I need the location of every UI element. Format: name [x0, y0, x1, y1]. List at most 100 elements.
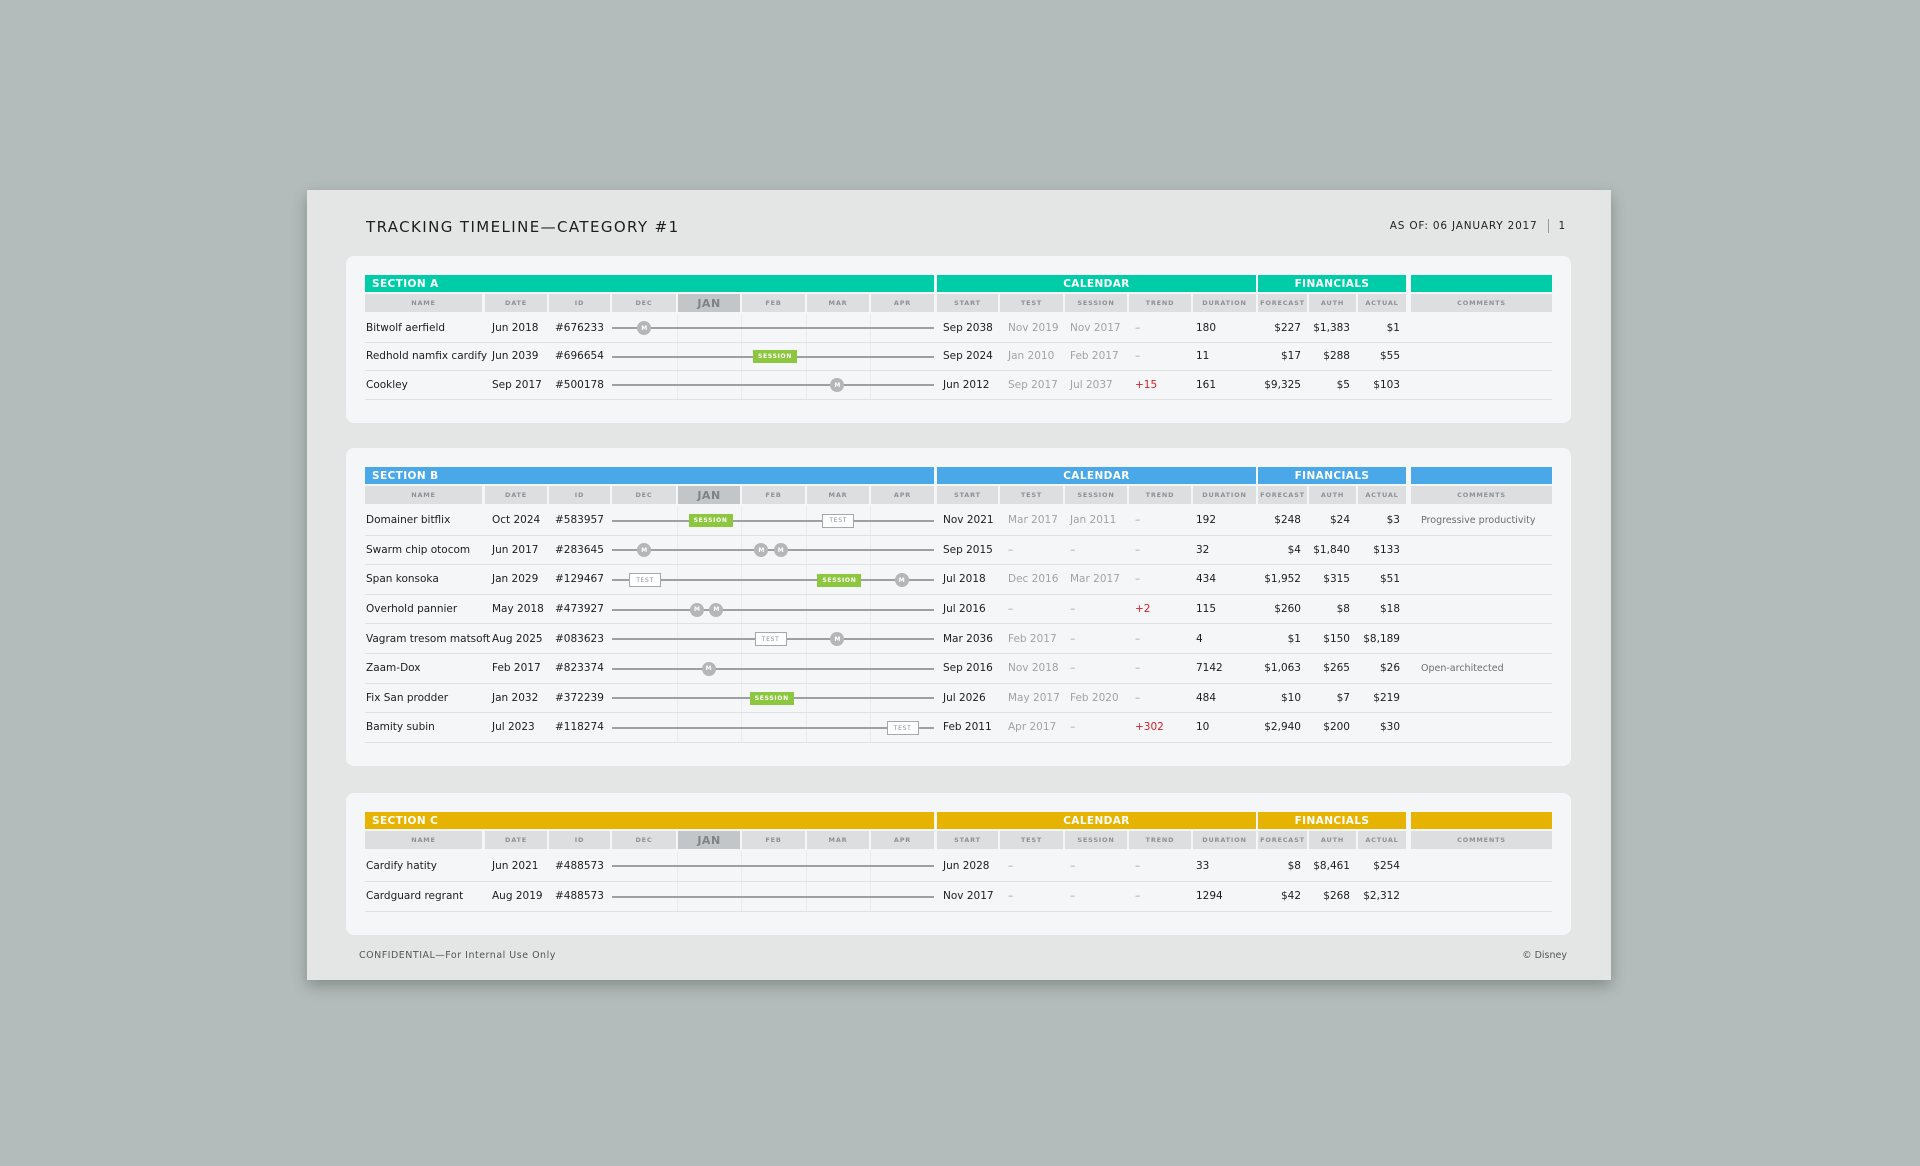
financials-group-header: FINANCIALS: [1258, 275, 1406, 292]
row-actual: $30: [1379, 721, 1400, 734]
row-test-date: Dec 2016: [1008, 573, 1059, 586]
row-name: Cookley: [366, 378, 408, 391]
row-session-date: Jan 2011: [1070, 514, 1117, 527]
row-name: Redhold namfix cardify: [366, 350, 488, 363]
row-session-date: Nov 2017: [1070, 321, 1121, 334]
row-start: Mar 2036: [943, 632, 993, 645]
row-auth: $1,840: [1313, 543, 1350, 556]
row-trend: –: [1135, 573, 1141, 586]
row-duration: 1294: [1196, 890, 1223, 903]
as-of-date: AS OF: 06 JANUARY 2017: [1389, 220, 1538, 232]
row-start: Jul 2018: [943, 573, 986, 586]
row-test-date: Mar 2017: [1008, 514, 1058, 527]
row-id: #696654: [555, 350, 604, 363]
row-session-date: –: [1070, 859, 1076, 872]
month-header: APR: [871, 831, 934, 849]
session-marker[interactable]: SESSION: [817, 573, 862, 587]
row-session-date: –: [1070, 603, 1076, 616]
row-comment: Open-architected: [1421, 662, 1504, 674]
month-header: DEC: [612, 294, 676, 312]
column-header-trend: TREND: [1129, 831, 1191, 849]
row-name: Swarm chip otocom: [366, 543, 471, 556]
timeline-track: [612, 895, 934, 898]
column-header-start: START: [937, 486, 998, 504]
month-header: APR: [871, 486, 934, 504]
test-marker[interactable]: TEST: [822, 513, 855, 528]
milestone-marker[interactable]: M: [894, 573, 909, 587]
month-header: FEB: [742, 486, 805, 504]
column-header-comments: COMMENTS: [1411, 294, 1552, 312]
session-marker[interactable]: SESSION: [688, 514, 733, 528]
row-forecast: $248: [1274, 514, 1301, 527]
test-marker[interactable]: TEST: [886, 721, 919, 735]
month-header: JAN: [678, 831, 740, 849]
column-header-test: TEST: [1000, 486, 1063, 504]
row-name: Fix San prodder: [366, 691, 449, 704]
row-comment: [1411, 343, 1552, 371]
table-row[interactable]: Bitwolf aerfield Jun 2018 #676233 Sep 2038 N…: [365, 314, 1552, 343]
timeline-track: [612, 519, 934, 522]
table-row[interactable]: Vagram tresom matsoft Aug 2025 #083623 Mar …: [365, 624, 1552, 654]
row-duration: 11: [1196, 350, 1210, 363]
section-header-bar: SECTION B CALENDAR FINANCIALS: [365, 467, 1552, 484]
table-row[interactable]: Cardify hatity Jun 2021 #488573 Jun 2028 – – –…: [365, 851, 1552, 882]
column-header-forecast: FORECAST: [1258, 294, 1307, 312]
table-row[interactable]: Span konsoka Jan 2029 #129467 Jul 2018 Dec 2…: [365, 565, 1552, 595]
page-number: 1: [1558, 220, 1566, 232]
milestone-marker[interactable]: M: [690, 602, 704, 617]
table-row[interactable]: Fix San prodder Jan 2032 #372239 Jul 2026 Ma…: [365, 684, 1552, 714]
calendar-group-header: CALENDAR: [937, 467, 1256, 484]
session-marker[interactable]: SESSION: [749, 691, 794, 705]
row-date: Sep 2017: [492, 378, 542, 391]
table-row[interactable]: Zaam-Dox Feb 2017 #823374 Sep 2016 Nov 2018–…: [365, 654, 1552, 684]
row-trend: –: [1135, 632, 1141, 645]
row-session-date: Feb 2020: [1070, 691, 1119, 704]
row-id: #500178: [555, 378, 604, 391]
month-header: MAR: [807, 294, 869, 312]
table-row[interactable]: Cardguard regrant Aug 2019 #488573 Nov 2017…: [365, 882, 1552, 912]
row-name: Bamity subin: [366, 721, 435, 734]
column-header-test: TEST: [1000, 294, 1063, 312]
row-id: #488573: [555, 859, 604, 872]
comments-group-header: [1411, 275, 1552, 292]
milestone-marker[interactable]: M: [709, 602, 724, 617]
table-row[interactable]: Bamity subin Jul 2023 #118274 Feb 2011 Apr 2…: [365, 713, 1552, 743]
row-comment: [1411, 882, 1552, 912]
column-header-duration: DURATION: [1193, 294, 1256, 312]
row-date: Aug 2025: [492, 632, 543, 645]
session-marker[interactable]: SESSION: [753, 350, 798, 364]
row-session-date: –: [1070, 543, 1076, 556]
row-duration: 192: [1196, 514, 1217, 527]
row-name: Bitwolf aerfield: [366, 321, 446, 334]
month-header: JAN: [678, 486, 740, 504]
test-marker[interactable]: TEST: [754, 632, 787, 647]
table-row[interactable]: Domainer bitflix Oct 2024 #583957 Nov 2021 M…: [365, 506, 1552, 536]
table-row[interactable]: Cookley Sep 2017 #500178 Jun 2012 Sep 2017 Ju…: [365, 371, 1552, 400]
row-session-date: Jul 2037: [1070, 378, 1113, 391]
row-actual: $103: [1373, 378, 1400, 391]
milestone-marker[interactable]: M: [701, 661, 716, 676]
column-header-forecast: FORECAST: [1258, 831, 1307, 849]
row-trend: –: [1135, 514, 1141, 527]
month-header: DEC: [612, 486, 676, 504]
row-name: Vagram tresom matsoft: [366, 632, 491, 645]
month-header: DEC: [612, 831, 676, 849]
table-row[interactable]: Swarm chip otocom Jun 2017 #283645 Sep 2015…: [365, 536, 1552, 566]
row-date: Jun 2018: [492, 321, 539, 334]
table-row[interactable]: Redhold namfix cardify Jun 2039 #696654 Sep…: [365, 343, 1552, 371]
row-id: #823374: [555, 662, 604, 675]
row-test-date: –: [1008, 543, 1014, 556]
row-comment: [1411, 565, 1552, 594]
row-duration: 180: [1196, 321, 1217, 334]
column-header-forecast: FORECAST: [1258, 486, 1307, 504]
column-header-row: NAME DATE ID START TEST SESSION TREND DURATION F…: [365, 831, 1552, 849]
table-row[interactable]: Overhold pannier May 2018 #473927 Jul 2016 –…: [365, 595, 1552, 625]
row-start: Sep 2015: [943, 543, 993, 556]
column-header-trend: TREND: [1129, 294, 1191, 312]
row-actual: $219: [1373, 691, 1400, 704]
column-header-name: NAME: [365, 486, 482, 504]
row-auth: $8,461: [1313, 859, 1350, 872]
test-marker[interactable]: TEST: [629, 573, 661, 587]
row-test-date: –: [1008, 859, 1014, 872]
row-name: Cardguard regrant: [366, 890, 464, 903]
